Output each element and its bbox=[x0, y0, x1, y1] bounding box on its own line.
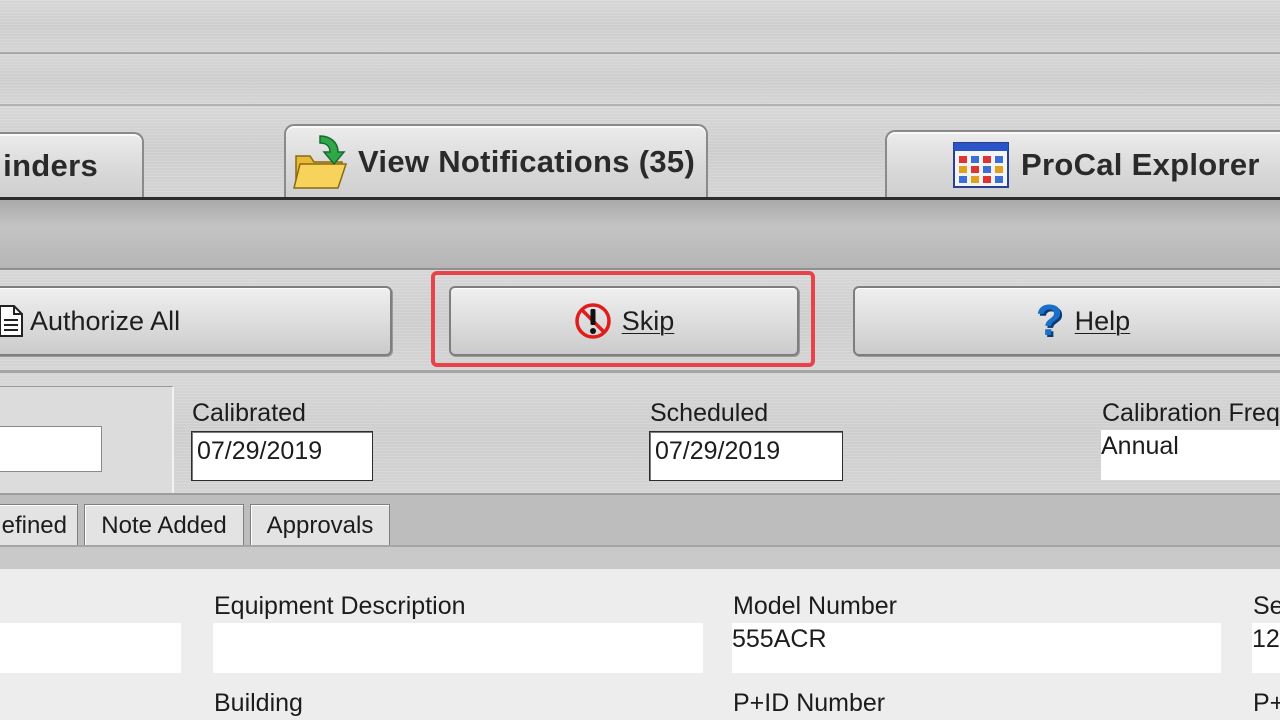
p-label: P+ bbox=[1253, 689, 1280, 717]
calibration-frequency-field[interactable]: Annual bbox=[1101, 430, 1280, 480]
grid-window-icon bbox=[953, 142, 1009, 188]
title-band bbox=[0, 200, 1280, 268]
tab-procal-explorer-label: ProCal Explorer bbox=[1021, 147, 1260, 182]
tab-approvals[interactable]: Approvals bbox=[250, 504, 390, 546]
model-number-field[interactable]: 555ACR bbox=[732, 623, 1221, 673]
tab-user-defined[interactable]: efined bbox=[0, 504, 78, 546]
model-number-label: Model Number bbox=[733, 592, 897, 620]
left-input[interactable] bbox=[0, 426, 102, 472]
serial-number-label: Se bbox=[1253, 592, 1280, 620]
scheduled-date-field[interactable]: 07/29/2019 bbox=[649, 431, 843, 481]
help-button[interactable]: ? Help bbox=[853, 286, 1280, 356]
equipment-description-field[interactable] bbox=[213, 623, 703, 673]
tab-view-notifications[interactable]: View Notifications (35) bbox=[284, 124, 708, 198]
tab-approvals-label: Approvals bbox=[266, 511, 374, 539]
document-icon bbox=[0, 304, 24, 338]
authorize-all-button[interactable]: Authorize All bbox=[0, 286, 392, 356]
tab-view-notifications-label: View Notifications (35) bbox=[358, 144, 696, 179]
divider bbox=[0, 545, 1280, 569]
skip-button-highlight bbox=[431, 271, 815, 367]
calibrated-date-field[interactable]: 07/29/2019 bbox=[191, 431, 373, 481]
tab-reminders[interactable]: inders bbox=[0, 132, 144, 198]
scheduled-label: Scheduled bbox=[650, 399, 769, 427]
help-label: Help bbox=[1074, 305, 1131, 336]
serial-number-field[interactable]: 12 bbox=[1252, 623, 1280, 673]
left-detail-field[interactable] bbox=[0, 623, 181, 673]
tab-note-added[interactable]: Note Added bbox=[84, 504, 244, 546]
authorize-all-label: Authorize All bbox=[30, 305, 181, 336]
tab-note-added-label: Note Added bbox=[101, 511, 227, 539]
tab-reminders-label: inders bbox=[3, 148, 98, 183]
tab-procal-explorer[interactable]: ProCal Explorer bbox=[885, 130, 1280, 198]
header-strip bbox=[0, 54, 1280, 104]
tab-user-defined-label: efined bbox=[1, 511, 67, 539]
pid-number-label: P+ID Number bbox=[733, 689, 886, 717]
calibration-frequency-label: Calibration Freq bbox=[1102, 399, 1280, 427]
calibrated-label: Calibrated bbox=[192, 399, 306, 427]
equipment-description-label: Equipment Description bbox=[214, 592, 466, 620]
building-label: Building bbox=[214, 689, 303, 717]
top-strip bbox=[0, 0, 1280, 52]
question-mark-icon: ? bbox=[1035, 296, 1063, 345]
folder-arrow-icon bbox=[292, 132, 350, 192]
